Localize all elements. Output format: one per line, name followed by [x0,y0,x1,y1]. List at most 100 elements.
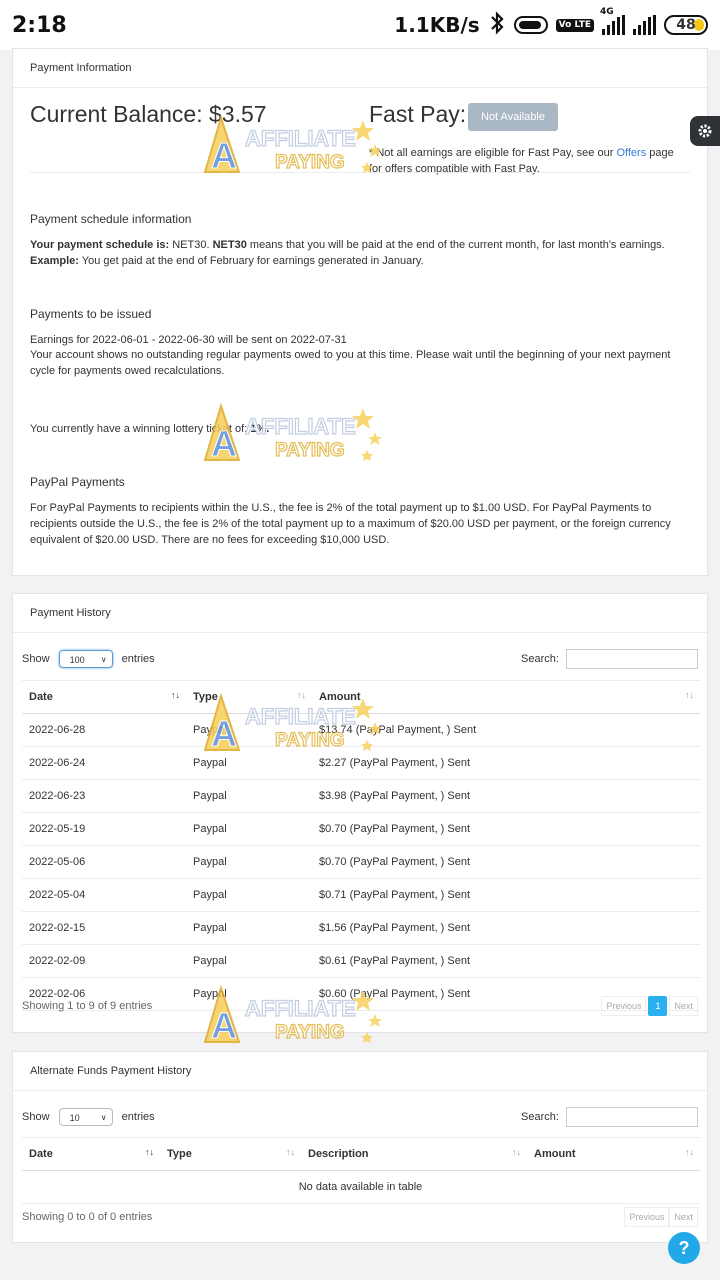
cell-type: Paypal [186,812,312,846]
column-type[interactable]: Type ↑↓ [160,1137,301,1171]
column-amount[interactable]: Amount ↑↓ [312,680,700,714]
entries-select[interactable]: 10 ∨ [58,1108,113,1126]
sort-icon: ↑↓ [685,690,694,700]
signal-icon [633,15,656,35]
previous-button[interactable]: Previous [601,996,647,1016]
card-header: Payment Information [13,49,707,88]
current-balance: Current Balance: $3.57 [30,101,267,127]
payment-history-card: Payment History Show 100 ∨ entries Search… [12,593,708,1033]
column-date[interactable]: Date ↑↓ [22,680,186,714]
volte-icon: Vo LTE [555,18,594,32]
cell-type: Paypal [186,713,312,747]
entries-select[interactable]: 100 ∨ [58,650,113,668]
table-controls: Show 10 ∨ entries Search: [22,1107,698,1127]
empty-row: No data available in table [22,1170,700,1204]
cell-date: 2022-02-15 [22,911,186,945]
alternate-funds-table: Date ↑↓ Type ↑↓ Description ↑↓ Amount ↑↓ No … [22,1137,700,1204]
sort-icon: ↑↓ [297,690,306,700]
battery-saver-icon [513,16,548,34]
showing-info: Showing 1 to 9 of 9 entries [22,1000,153,1012]
offers-link[interactable]: Offers [616,147,646,159]
pagination: Previous 1 Next [601,996,698,1016]
cell-type: Paypal [186,779,312,813]
sort-desc-icon: ↑↓ [171,690,180,700]
schedule-title: Payment schedule information [30,212,192,226]
paypal-text: For PayPal Payments to recipients within… [30,502,671,546]
column-type[interactable]: Type ↑↓ [186,680,312,714]
cell-type: Paypal [186,878,312,912]
card-header: Payment History [13,594,707,633]
showing-info: Showing 0 to 0 of 0 entries [22,1211,153,1223]
schedule-text: Your payment schedule is: NET30. NET30 m… [30,239,665,267]
pagination: Previous Next [624,1207,698,1227]
cell-type: Paypal [186,944,312,978]
fast-pay-label: Fast Pay: [369,101,467,127]
table-row: 2022-06-24 Paypal $2.27 (PayPal Payment, )… [22,746,700,780]
card-header: Alternate Funds Payment History [13,1052,707,1091]
payment-history-table: Date ↑↓ Type ↑↓ Amount ↑↓ 2022-06-28 Paypal $… [22,680,700,1011]
settings-gear-button[interactable] [690,116,720,146]
payment-information-card: Payment Information Current Balance: $3.… [12,48,708,576]
alternate-funds-card: Alternate Funds Payment History Show 10 ∨… [12,1051,708,1243]
table-row: 2022-05-19 Paypal $0.70 (PayPal Payment, )… [22,812,700,846]
table-row: 2022-05-06 Paypal $0.70 (PayPal Payment, )… [22,845,700,879]
cell-amount: $0.61 (PayPal Payment, ) Sent [312,944,700,978]
cell-type: Paypal [186,911,312,945]
column-date[interactable]: Date ↑↓ [22,1137,160,1171]
paypal-title: PayPal Payments [30,475,125,489]
cell-date: 2022-06-24 [22,746,186,780]
search-input[interactable] [566,1107,698,1127]
table-row: 2022-02-15 Paypal $1.56 (PayPal Payment, )… [22,911,700,945]
sort-icon: ↑↓ [512,1147,521,1157]
cell-amount: $0.70 (PayPal Payment, ) Sent [312,812,700,846]
column-description[interactable]: Description ↑↓ [301,1137,527,1171]
table-footer: Showing 1 to 9 of 9 entries Previous 1 N… [22,996,698,1016]
search-input[interactable] [566,649,698,669]
cell-amount: $1.56 (PayPal Payment, ) Sent [312,911,700,945]
cell-amount: $13.74 (PayPal Payment, ) Sent [312,713,700,747]
cell-amount: $3.98 (PayPal Payment, ) Sent [312,779,700,813]
status-time: 2:18 [12,12,67,38]
page-1-button[interactable]: 1 [648,996,668,1016]
table-row: 2022-02-09 Paypal $0.61 (PayPal Payment, )… [22,944,700,978]
cell-amount: $2.27 (PayPal Payment, ) Sent [312,746,700,780]
search-control: Search: [521,1107,698,1127]
network-speed: 1.1KB/s [394,13,480,37]
cell-amount: $0.71 (PayPal Payment, ) Sent [312,878,700,912]
cell-type: Paypal [186,746,312,780]
fast-pay-not-available-button[interactable]: Not Available [468,103,558,131]
empty-message: No data available in table [22,1170,700,1204]
table-body: 2022-06-28 Paypal $13.74 (PayPal Payment, … [22,713,700,1011]
cell-date: 2022-05-19 [22,812,186,846]
column-amount[interactable]: Amount ↑↓ [527,1137,700,1171]
table-row: 2022-06-28 Paypal $13.74 (PayPal Payment, … [22,713,700,747]
sort-desc-icon: ↑↓ [145,1147,154,1157]
length-control: Show 10 ∨ entries [22,1108,155,1126]
balance-value: $3.57 [208,101,267,127]
cell-amount: $0.70 (PayPal Payment, ) Sent [312,845,700,879]
cell-date: 2022-06-28 [22,713,186,747]
previous-button[interactable]: Previous [624,1207,670,1227]
sort-icon: ↑↓ [685,1147,694,1157]
help-button[interactable]: ? [668,1232,700,1264]
status-bar: 2:18 1.1KB/s Vo LTE 4G 48 [0,0,720,50]
lottery-value: 1%. [250,423,270,435]
cell-type: Paypal [186,845,312,879]
next-button[interactable]: Next [669,1207,698,1227]
cell-date: 2022-06-23 [22,779,186,813]
gear-icon [698,124,712,138]
table-row: 2022-05-04 Paypal $0.71 (PayPal Payment, )… [22,878,700,912]
table-footer: Showing 0 to 0 of 0 entries Previous Nex… [22,1207,698,1227]
chevron-down-icon: ∨ [100,1113,107,1122]
signal-4g-icon: 4G [600,7,625,35]
issued-title: Payments to be issued [30,307,152,321]
cell-date: 2022-05-06 [22,845,186,879]
table-row: 2022-06-23 Paypal $3.98 (PayPal Payment, )… [22,779,700,813]
cell-date: 2022-05-04 [22,878,186,912]
chevron-down-icon: ∨ [100,655,107,664]
sort-icon: ↑↓ [286,1147,295,1157]
lottery-text: You currently have a winning lottery tic… [30,423,270,435]
length-control: Show 100 ∨ entries [22,650,155,668]
battery-icon: 48 [664,15,708,35]
next-button[interactable]: Next [669,996,698,1016]
